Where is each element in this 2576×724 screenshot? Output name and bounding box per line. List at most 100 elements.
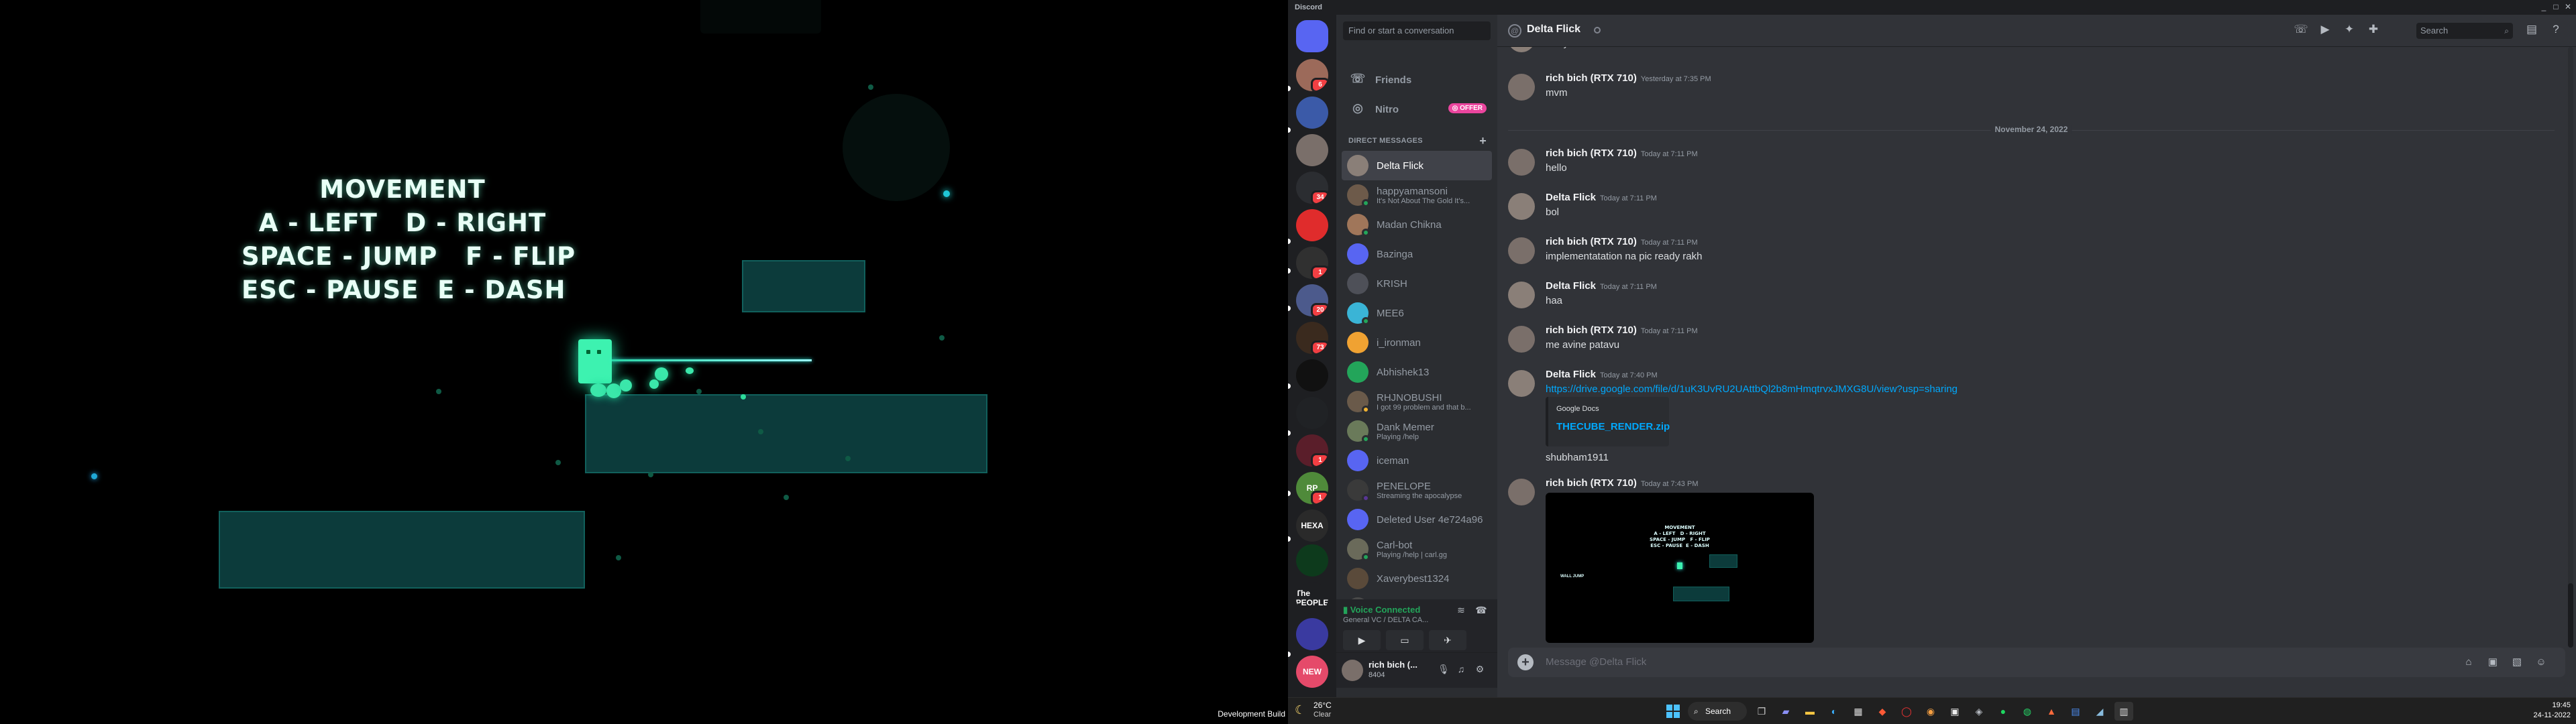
- noise-suppression-icon[interactable]: ≋: [1454, 605, 1468, 618]
- server-icon[interactable]: [1296, 359, 1328, 391]
- server-icon[interactable]: [1296, 618, 1328, 650]
- dm-item[interactable]: Deleted User 4e724a96: [1342, 505, 1492, 534]
- image-attachment[interactable]: MOVEMENT A - LEFT D - RIGHT SPACE - JUMP…: [1546, 493, 1814, 643]
- whatsapp-icon[interactable]: ◍: [2018, 702, 2037, 721]
- camera-button[interactable]: ▶: [1343, 630, 1381, 650]
- avatar[interactable]: [1342, 660, 1363, 681]
- avatar[interactable]: [1508, 193, 1535, 220]
- pin-icon[interactable]: ✦: [2341, 23, 2357, 39]
- server-icon[interactable]: NEW: [1296, 656, 1328, 688]
- message-composer[interactable]: + Message @Delta Flick ⌂ ▣ ▧ ☺: [1508, 648, 2565, 677]
- dm-item[interactable]: KRISH: [1342, 269, 1492, 298]
- message-author[interactable]: rich bich (RTX 710): [1546, 324, 1637, 336]
- dm-item[interactable]: Xaverybest1324: [1342, 564, 1492, 593]
- brave-icon[interactable]: ▲: [2042, 702, 2061, 721]
- avatar[interactable]: [1508, 237, 1535, 264]
- dm-item[interactable]: Dank Memer Playing /help: [1342, 416, 1492, 446]
- voice-channel[interactable]: General VC / DELTA CA...: [1343, 616, 1428, 624]
- server-icon[interactable]: 73: [1296, 322, 1328, 354]
- dm-item[interactable]: PENELOPE Streaming the apocalypse: [1342, 475, 1492, 505]
- voice-status[interactable]: ▮ Voice Connected: [1343, 605, 1420, 615]
- avatar[interactable]: [1508, 326, 1535, 353]
- close-icon[interactable]: ✕: [2563, 2, 2573, 13]
- avatar[interactable]: [1508, 74, 1535, 101]
- vscode-icon[interactable]: ◢: [2090, 702, 2109, 721]
- sticker-icon[interactable]: ▧: [2509, 654, 2525, 670]
- create-dm-icon[interactable]: +: [1479, 134, 1487, 148]
- dm-item[interactable]: i_ironman: [1342, 328, 1492, 357]
- server-icon[interactable]: [1296, 544, 1328, 577]
- disconnect-icon[interactable]: ☎: [1474, 605, 1488, 618]
- minimize-icon[interactable]: _: [2538, 2, 2549, 13]
- add-friend-icon[interactable]: ✚: [2365, 23, 2381, 39]
- task-view-icon[interactable]: ❐: [1752, 702, 1771, 721]
- opera-icon[interactable]: ◯: [1897, 702, 1916, 721]
- dm-item[interactable]: MEE6: [1342, 298, 1492, 328]
- dm-item[interactable]: iceman: [1342, 446, 1492, 475]
- find-conversation-button[interactable]: Find or start a conversation: [1343, 21, 1491, 40]
- friends-nav[interactable]: ☏ Friends: [1342, 66, 1492, 94]
- search-input[interactable]: Search ⌕: [2416, 23, 2513, 39]
- message-link[interactable]: https://drive.google.com/file/d/1uK3UvRU…: [1546, 383, 1957, 395]
- store-icon[interactable]: ▦: [1849, 702, 1868, 721]
- headphones-icon[interactable]: ♫: [1454, 664, 1468, 677]
- avatar[interactable]: [1508, 479, 1535, 505]
- message-author[interactable]: Delta Flick: [1546, 280, 1596, 292]
- spotify-icon[interactable]: ●: [1994, 702, 2012, 721]
- embed-title[interactable]: THECUBE_RENDER.zip: [1556, 421, 1670, 432]
- server-icon[interactable]: [1296, 97, 1328, 129]
- link-embed[interactable]: Google Docs THECUBE_RENDER.zip: [1546, 397, 1670, 446]
- avatar[interactable]: [1508, 149, 1535, 176]
- dm-item[interactable]: Bazinga: [1342, 239, 1492, 269]
- message-author[interactable]: rich bich (RTX 710): [1546, 72, 1637, 84]
- dm-item[interactable]: happyamansoni It's Not About The Gold It'…: [1342, 180, 1492, 210]
- help-icon[interactable]: ?: [2548, 23, 2564, 39]
- scrollbar[interactable]: [2568, 47, 2573, 648]
- activity-button[interactable]: ✈: [1429, 630, 1466, 650]
- server-icon[interactable]: 1: [1296, 434, 1328, 467]
- dm-item[interactable]: Madan Chikna: [1342, 210, 1492, 239]
- inbox-icon[interactable]: ▤: [2524, 23, 2540, 39]
- screen-share-button[interactable]: ▭: [1386, 630, 1424, 650]
- active-app-icon[interactable]: ▥: [2114, 702, 2133, 721]
- microphone-icon[interactable]: 🎙: [1437, 664, 1450, 677]
- unity-icon[interactable]: ▣: [1945, 702, 1964, 721]
- maximize-icon[interactable]: □: [2551, 2, 2561, 13]
- avatar[interactable]: [1508, 370, 1535, 397]
- taskbar-search-button[interactable]: ⌕ Search: [1688, 702, 1747, 721]
- blender-icon[interactable]: ◉: [1921, 702, 1940, 721]
- message-author[interactable]: rich bich (RTX 710): [1546, 147, 1637, 159]
- server-icon[interactable]: RP 1: [1296, 472, 1328, 504]
- file-explorer-icon[interactable]: ▬: [1801, 702, 1819, 721]
- emoji-icon[interactable]: ☺: [2533, 654, 2549, 670]
- upload-plus-icon[interactable]: +: [1517, 654, 1534, 670]
- server-icon[interactable]: [1296, 134, 1328, 166]
- message-author[interactable]: rich bich (RTX 710): [1546, 236, 1637, 247]
- nitro-nav[interactable]: ◎ Nitro ◎ OFFER: [1342, 95, 1492, 123]
- server-icon[interactable]: [1296, 209, 1328, 241]
- chat-icon[interactable]: ▰: [1776, 702, 1795, 721]
- server-icon[interactable]: 6: [1296, 59, 1328, 91]
- gift-icon[interactable]: ⌂: [2461, 654, 2477, 670]
- server-icon[interactable]: HEXA: [1296, 509, 1328, 542]
- gear-icon[interactable]: ⚙: [1473, 664, 1487, 677]
- server-icon[interactable]: [1296, 397, 1328, 429]
- voice-call-icon[interactable]: ☏: [2293, 23, 2309, 39]
- server-icon[interactable]: 34: [1296, 172, 1328, 204]
- message-author[interactable]: Delta Flick: [1546, 369, 1596, 380]
- avatar[interactable]: [1508, 282, 1535, 308]
- server-icon[interactable]: 20: [1296, 284, 1328, 316]
- docs-icon[interactable]: ▤: [2066, 702, 2085, 721]
- scrollbar-thumb[interactable]: [2568, 583, 2573, 648]
- message-author[interactable]: Delta Flick: [1546, 192, 1596, 203]
- server-icon[interactable]: The PEOPLE: [1296, 582, 1328, 614]
- dm-item[interactable]: Carl-bot Playing /help | carl.gg: [1342, 534, 1492, 564]
- clock[interactable]: 19:45 24-11-2022: [2524, 701, 2571, 721]
- start-button[interactable]: [1664, 702, 1682, 721]
- server-icon[interactable]: [1296, 20, 1328, 52]
- gif-icon[interactable]: ▣: [2485, 654, 2501, 670]
- dm-item[interactable]: Delta Flick: [1342, 151, 1492, 180]
- message-input[interactable]: Message @Delta Flick: [1546, 656, 1646, 668]
- video-call-icon[interactable]: ▶: [2317, 23, 2333, 39]
- dm-item[interactable]: Abhishek13: [1342, 357, 1492, 387]
